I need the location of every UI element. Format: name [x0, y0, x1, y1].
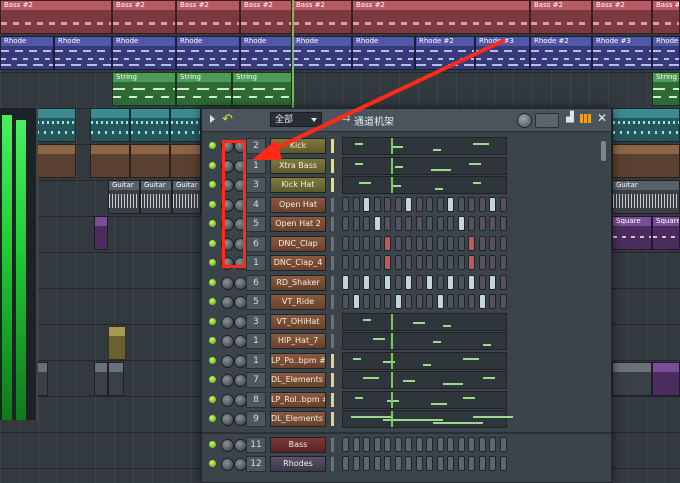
annotation-arrow	[252, 38, 506, 160]
playlist-window: Bass #2 Bass #2 Bass #2 Bass #2 Bass #2 Bass …	[0, 0, 680, 483]
arrow-shaft	[267, 38, 506, 154]
arrow-head	[252, 140, 282, 160]
